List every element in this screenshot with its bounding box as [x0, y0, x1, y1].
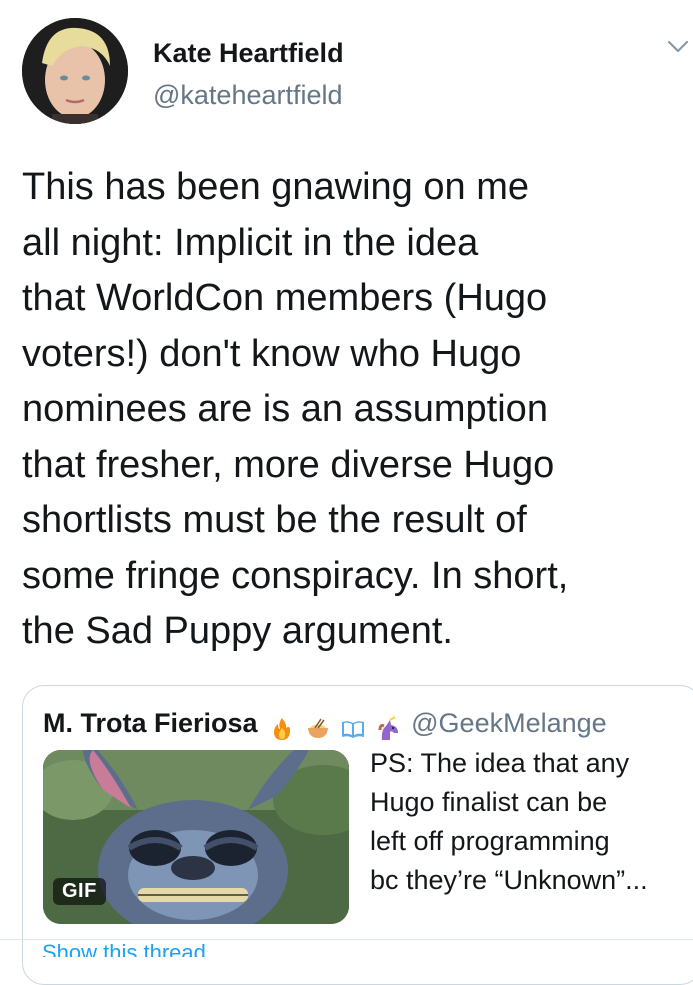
- author-handle[interactable]: @kateheartfield: [153, 80, 343, 111]
- tweet-text-line: some fringe conspiracy. In short,: [22, 554, 569, 597]
- quoted-author-name: M. Trota Fieriosa: [43, 708, 258, 738]
- gif-thumbnail[interactable]: GIF: [43, 750, 349, 924]
- quoted-text-line: bc they’re “Unknown”...: [370, 865, 648, 895]
- tweet-header: Kate Heartfield @kateheartfield: [0, 0, 693, 140]
- quoted-text-line: PS: The idea that any: [370, 748, 630, 778]
- ramen-emoji-icon: [307, 718, 328, 738]
- tweet-text-line: the Sad Puppy argument.: [22, 610, 453, 652]
- tweet-text-line: voters!) don't know who Hugo: [22, 332, 522, 375]
- tweet-text-line: This has been gnawing on me: [22, 166, 529, 208]
- tweet-text: This has been gnawing on me all night: I…: [22, 160, 672, 660]
- gif-badge: GIF: [53, 878, 106, 905]
- name-emojis: [269, 712, 404, 743]
- show-thread-link[interactable]: Show this thread: [42, 940, 206, 957]
- unicorn-emoji-icon: [378, 716, 398, 740]
- book-emoji-icon: [342, 721, 365, 738]
- quoted-tweet-text: PS: The idea that any Hugo finalist can …: [370, 744, 693, 900]
- tweet-text-line: that WorldCon members (Hugo: [22, 277, 548, 319]
- quoted-tweet-author: M. Trota Fieriosa @GeekMelange: [43, 708, 607, 743]
- quoted-author-handle: @GeekMelange: [411, 708, 607, 738]
- quoted-text-line: Hugo finalist can be: [370, 787, 608, 817]
- tweet-text-line: that fresher, more diverse Hugo: [22, 443, 555, 486]
- chevron-down-icon[interactable]: [664, 32, 692, 60]
- tweet-text-line: shortlists must be the result of: [22, 499, 527, 541]
- tweet-text-line: all night: Implicit in the idea: [22, 221, 479, 264]
- avatar[interactable]: [22, 18, 128, 124]
- tweet-text-line: nominees are is an assumption: [22, 388, 548, 430]
- fire-emoji-icon: [274, 717, 291, 740]
- quoted-text-line: left off programming: [370, 826, 610, 856]
- author-display-name[interactable]: Kate Heartfield: [153, 38, 344, 69]
